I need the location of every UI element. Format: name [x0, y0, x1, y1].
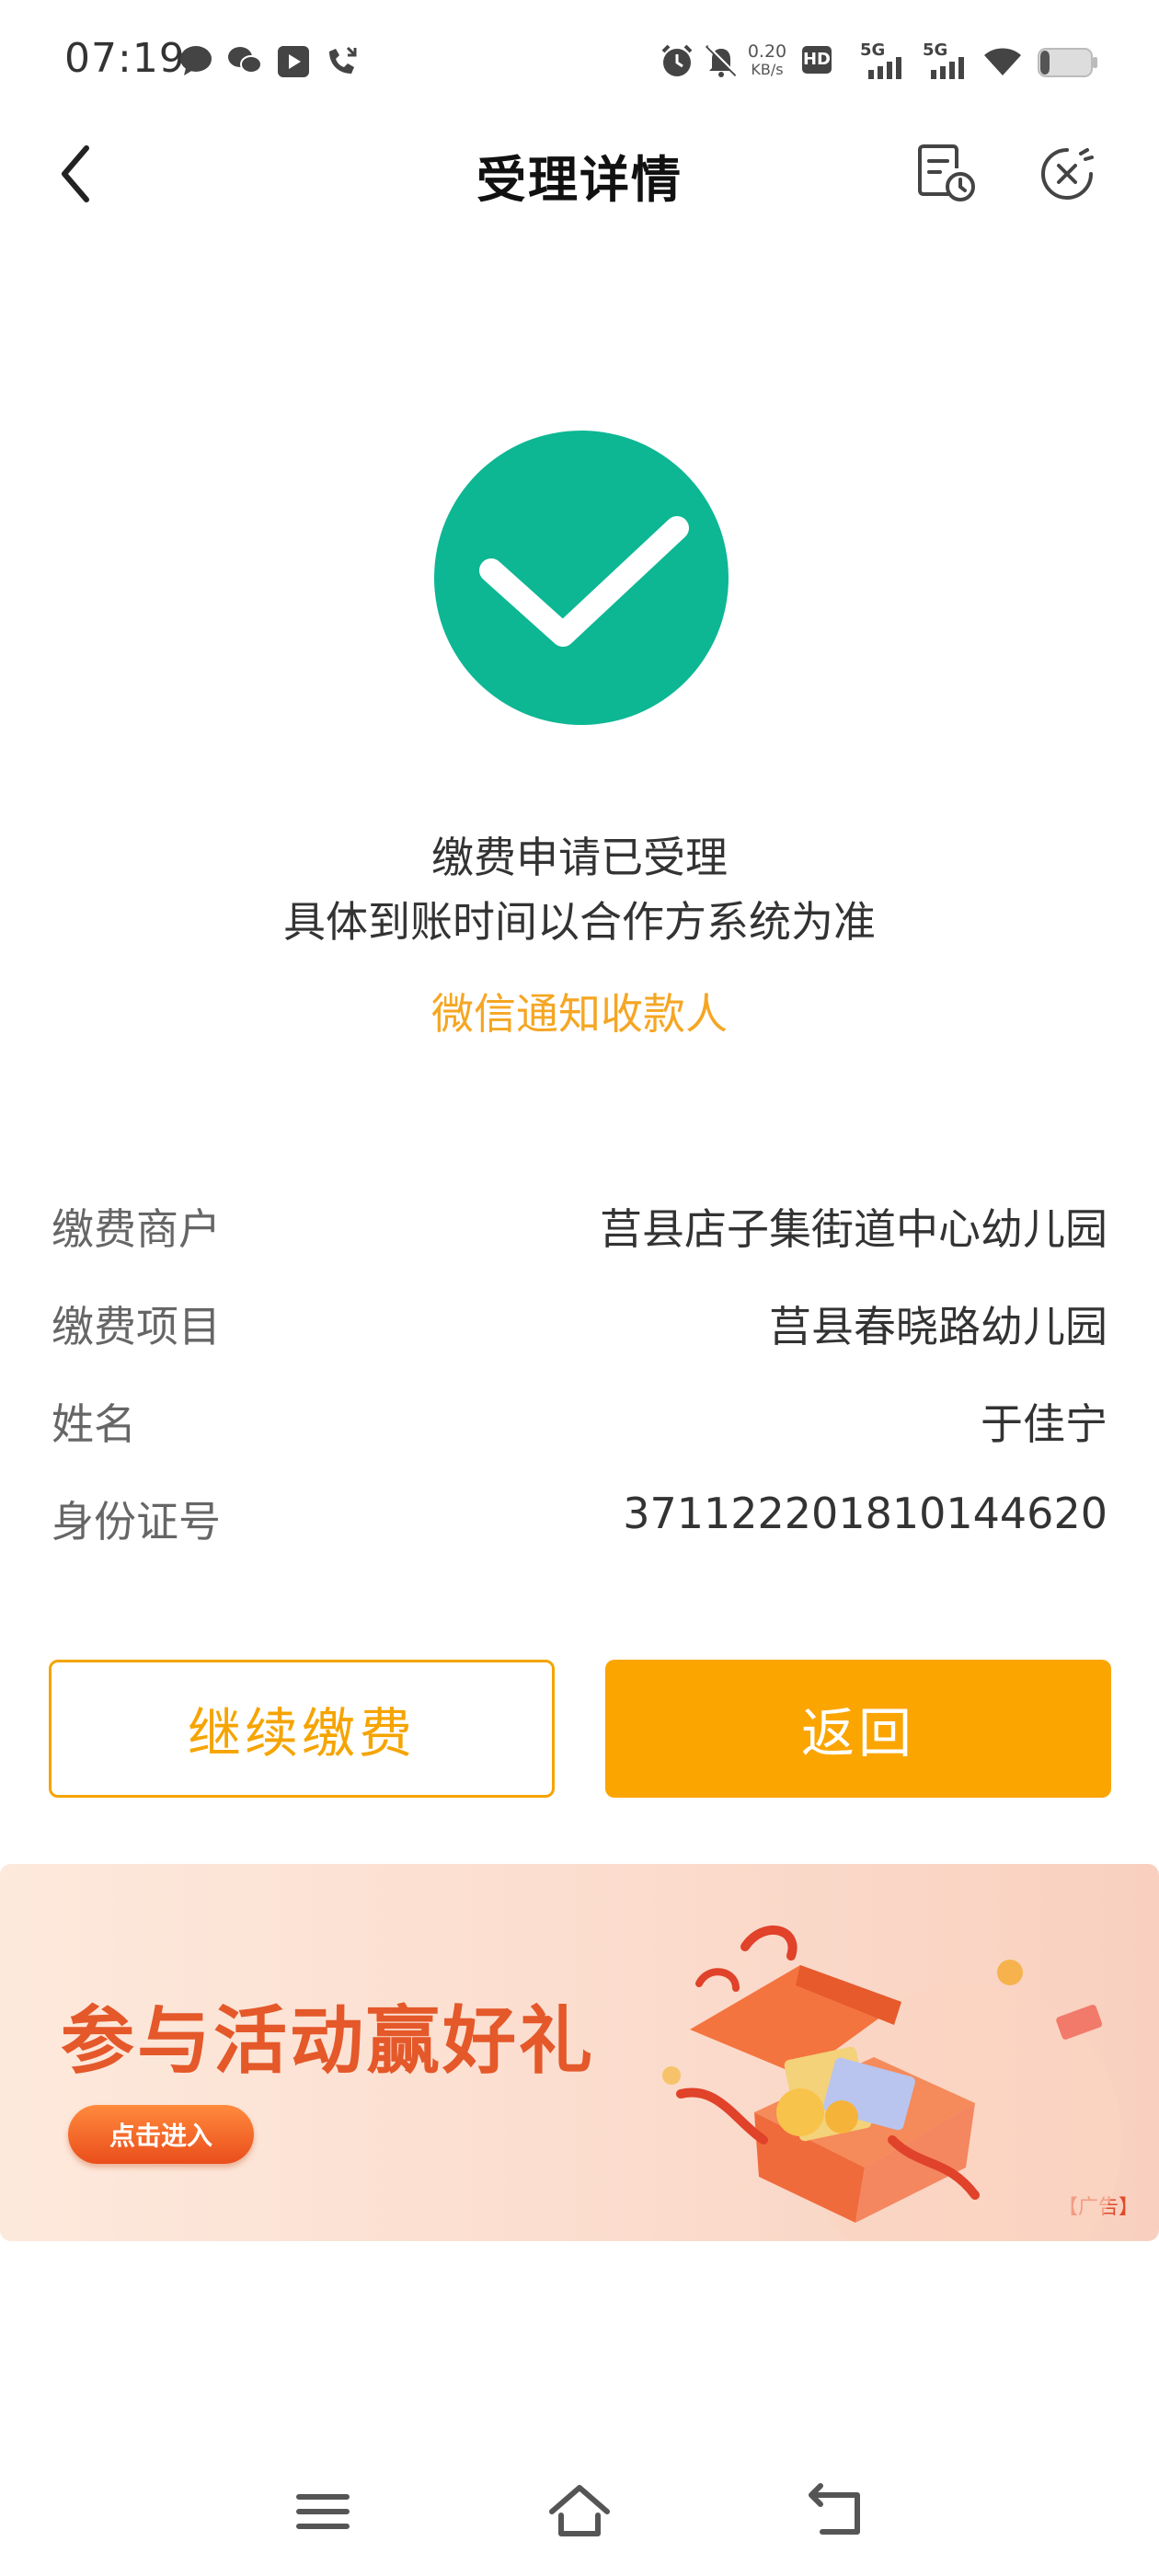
back-nav-icon[interactable]: [800, 2475, 874, 2548]
detail-value: 莒县春晓路幼儿园: [769, 1302, 1107, 1351]
page-title: 受理详情: [476, 151, 683, 209]
battery-icon: [1038, 48, 1097, 77]
banner-enter-button[interactable]: 点击进入: [68, 2105, 254, 2164]
status-bar: 07:19 0.20 KB/s HD 5G 5G: [0, 0, 1159, 124]
promo-banner[interactable]: 参与活动赢好礼 点击进入 【广告】: [0, 1864, 1159, 2241]
detail-row-id-number: 身份证号 371122201810144620: [52, 1479, 1107, 1553]
wifi-icon: [984, 48, 1021, 75]
result-message-line1: 缴费申请已受理: [431, 833, 728, 882]
detail-value: 莒县店子集街道中心幼儿园: [600, 1204, 1107, 1254]
system-navigation: [0, 2447, 1159, 2576]
status-time: 07:19: [64, 35, 186, 82]
close-icon[interactable]: [1030, 137, 1104, 211]
detail-label: 缴费项目: [52, 1302, 221, 1351]
detail-row-item: 缴费项目 莒县春晓路幼儿园: [52, 1284, 1107, 1358]
banner-title: 参与活动赢好礼: [61, 1998, 595, 2084]
missed-call-icon: [329, 46, 357, 74]
net-speed-unit: KB/s: [751, 61, 784, 78]
check-mark-icon: [479, 516, 689, 647]
sim1-signal-icon: [868, 57, 901, 79]
gift-box-icon: [662, 1926, 1122, 2241]
detail-label: 缴费商户: [52, 1204, 221, 1254]
detail-value: 于佳宁: [981, 1399, 1107, 1449]
detail-row-name: 姓名 于佳宁: [52, 1382, 1107, 1455]
wechat-icon: [228, 47, 262, 74]
success-check-icon: [434, 431, 729, 725]
return-button[interactable]: 返回: [605, 1660, 1111, 1798]
continue-payment-button[interactable]: 继续缴费: [49, 1660, 555, 1798]
net-speed-value: 0.20: [747, 41, 787, 62]
sim2-signal-icon: [931, 57, 964, 79]
detail-label: 身份证号: [52, 1497, 221, 1547]
result-message-line2: 具体到账时间以合作方系统为准: [283, 897, 876, 947]
nav-bar: 受理详情: [0, 124, 1159, 225]
record-icon[interactable]: [909, 137, 982, 211]
alarm-icon: [661, 44, 693, 76]
detail-row-merchant: 缴费商户 莒县店子集街道中心幼儿园: [52, 1187, 1107, 1260]
mute-icon: [705, 44, 739, 77]
menu-icon[interactable]: [286, 2475, 360, 2548]
wechat-notify-link[interactable]: 微信通知收款人: [0, 981, 1159, 1041]
detail-label: 姓名: [52, 1399, 136, 1449]
home-icon[interactable]: [543, 2475, 616, 2548]
message-icon: [180, 46, 212, 75]
detail-value: 371122201810144620: [623, 1489, 1107, 1538]
hd-badge: HD: [802, 46, 832, 74]
video-icon: [278, 46, 309, 77]
